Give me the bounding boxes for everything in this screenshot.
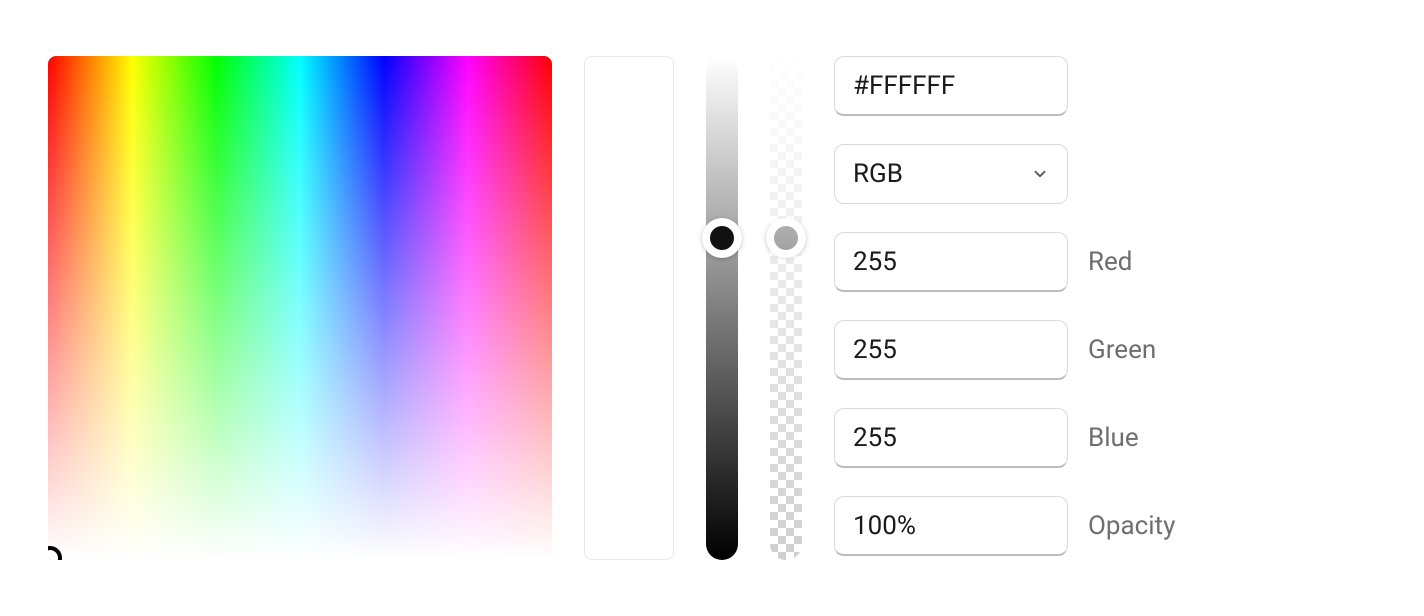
hex-input-value: #FFFFFF <box>853 71 955 101</box>
red-label: Red <box>1088 247 1132 277</box>
color-picker: #FFFFFF RGB 255 Red 255 Green <box>48 56 1376 560</box>
value-slider-track[interactable] <box>706 56 738 560</box>
blue-input[interactable]: 255 <box>834 408 1068 468</box>
color-fields: #FFFFFF RGB 255 Red 255 Green <box>834 56 1204 556</box>
red-input[interactable]: 255 <box>834 232 1068 292</box>
hex-input[interactable]: #FFFFFF <box>834 56 1068 116</box>
color-preview-swatch <box>584 56 674 560</box>
color-area-handle[interactable] <box>48 546 62 560</box>
opacity-input[interactable]: 100% <box>834 496 1068 556</box>
red-input-value: 255 <box>853 247 897 277</box>
green-input[interactable]: 255 <box>834 320 1068 380</box>
alpha-slider-track[interactable] <box>770 56 802 560</box>
blue-label: Blue <box>1088 423 1139 453</box>
green-input-value: 255 <box>853 335 897 365</box>
value-slider-handle[interactable] <box>702 218 742 258</box>
green-label: Green <box>1088 335 1156 365</box>
color-area[interactable] <box>48 56 552 560</box>
chevron-down-icon <box>1031 165 1049 183</box>
color-mode-select[interactable]: RGB <box>834 144 1068 204</box>
opacity-label: Opacity <box>1088 511 1175 541</box>
opacity-input-value: 100% <box>853 511 916 541</box>
color-mode-value: RGB <box>853 159 903 189</box>
alpha-slider-handle[interactable] <box>766 218 806 258</box>
blue-input-value: 255 <box>853 423 897 453</box>
